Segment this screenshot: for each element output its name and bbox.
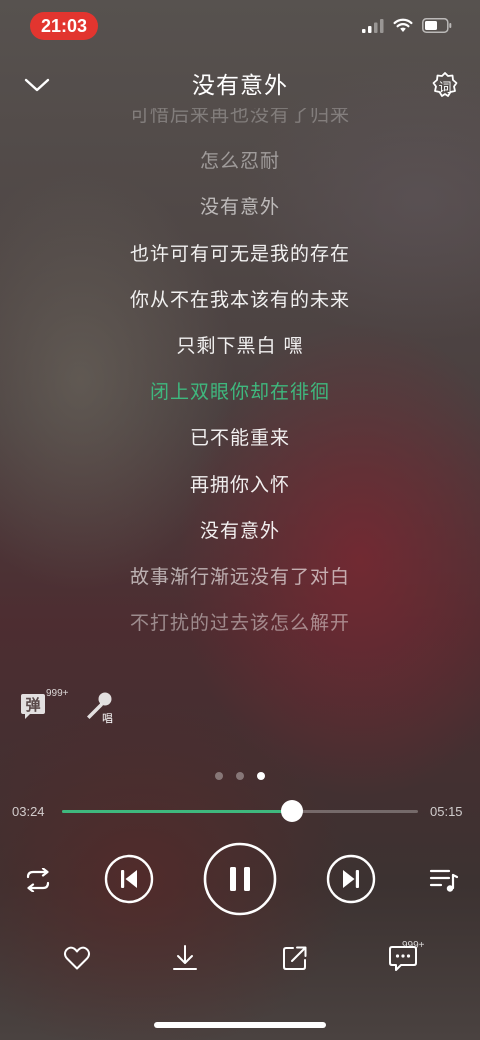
battery-icon	[422, 18, 452, 33]
pause-icon	[203, 842, 277, 916]
lyric-line: 也许可有可无是我的存在	[129, 242, 350, 265]
progress-knob[interactable]	[281, 800, 304, 822]
lyrics-panel[interactable]: 可惜后来再也没有了归来 怎么忍耐 没有意外 也许可有可无是我的存在 你从不在我本该有的未…	[0, 108, 480, 668]
lyric-line: 可惜后来再也没有了归来	[129, 108, 350, 126]
wifi-icon	[393, 18, 413, 32]
song-title: 没有意外	[192, 73, 288, 99]
signal-icon	[362, 18, 384, 33]
lyric-line: 只剩下黑白 嘿	[176, 335, 304, 357]
current-time: 03:24	[12, 804, 45, 819]
pager-dot-active[interactable]	[257, 772, 265, 780]
lyric-line: 你从不在我本该有的未来	[129, 288, 350, 311]
lyric-line: 不打扰的过去该怎么解开	[129, 612, 350, 635]
share-button[interactable]	[278, 942, 312, 974]
skip-previous-icon	[104, 854, 154, 904]
lyric-line: 故事渐行渐远没有了对白	[129, 566, 350, 588]
danmaku-label: 弹	[25, 695, 41, 714]
lyric-settings-button[interactable]: 词	[430, 70, 460, 100]
lyric-line: 怎么忍耐	[199, 150, 280, 173]
lyric-line: 没有意外	[199, 196, 280, 219]
home-indicator	[154, 1022, 326, 1028]
pause-button[interactable]	[202, 841, 278, 917]
previous-button[interactable]	[104, 854, 154, 904]
comment-count-badge: 999+	[402, 940, 425, 951]
lyric-settings-label: 词	[438, 80, 452, 96]
sing-label: 唱	[102, 712, 113, 725]
skip-next-icon	[326, 854, 376, 904]
danmaku-button[interactable]: 弹	[16, 690, 50, 724]
next-button[interactable]	[326, 854, 376, 904]
sing-button[interactable]: 唱	[82, 690, 120, 728]
like-button[interactable]	[60, 942, 94, 974]
lyric-line: 再拥你入怀	[189, 473, 290, 496]
status-icons	[362, 18, 452, 33]
share-icon	[283, 946, 307, 970]
pager-dot[interactable]	[236, 772, 244, 780]
status-time: 21:03	[30, 12, 98, 40]
progress-fill	[62, 810, 293, 813]
playlist-icon	[429, 869, 459, 892]
lyric-line-current: 闭上双眼你却在徘徊	[149, 381, 330, 404]
repeat-icon	[26, 868, 50, 892]
lyric-line: 没有意外	[199, 519, 280, 542]
repeat-mode-button[interactable]	[20, 862, 56, 898]
danmaku-count-badge: 999+	[46, 688, 69, 699]
download-icon	[173, 945, 197, 970]
download-button[interactable]	[168, 942, 202, 974]
progress-bar[interactable]	[62, 810, 418, 813]
pager-dot[interactable]	[215, 772, 223, 780]
total-time: 05:15	[430, 804, 463, 819]
heart-icon	[63, 946, 91, 970]
playlist-button[interactable]	[426, 862, 462, 898]
lyric-line: 已不能重来	[189, 427, 290, 450]
